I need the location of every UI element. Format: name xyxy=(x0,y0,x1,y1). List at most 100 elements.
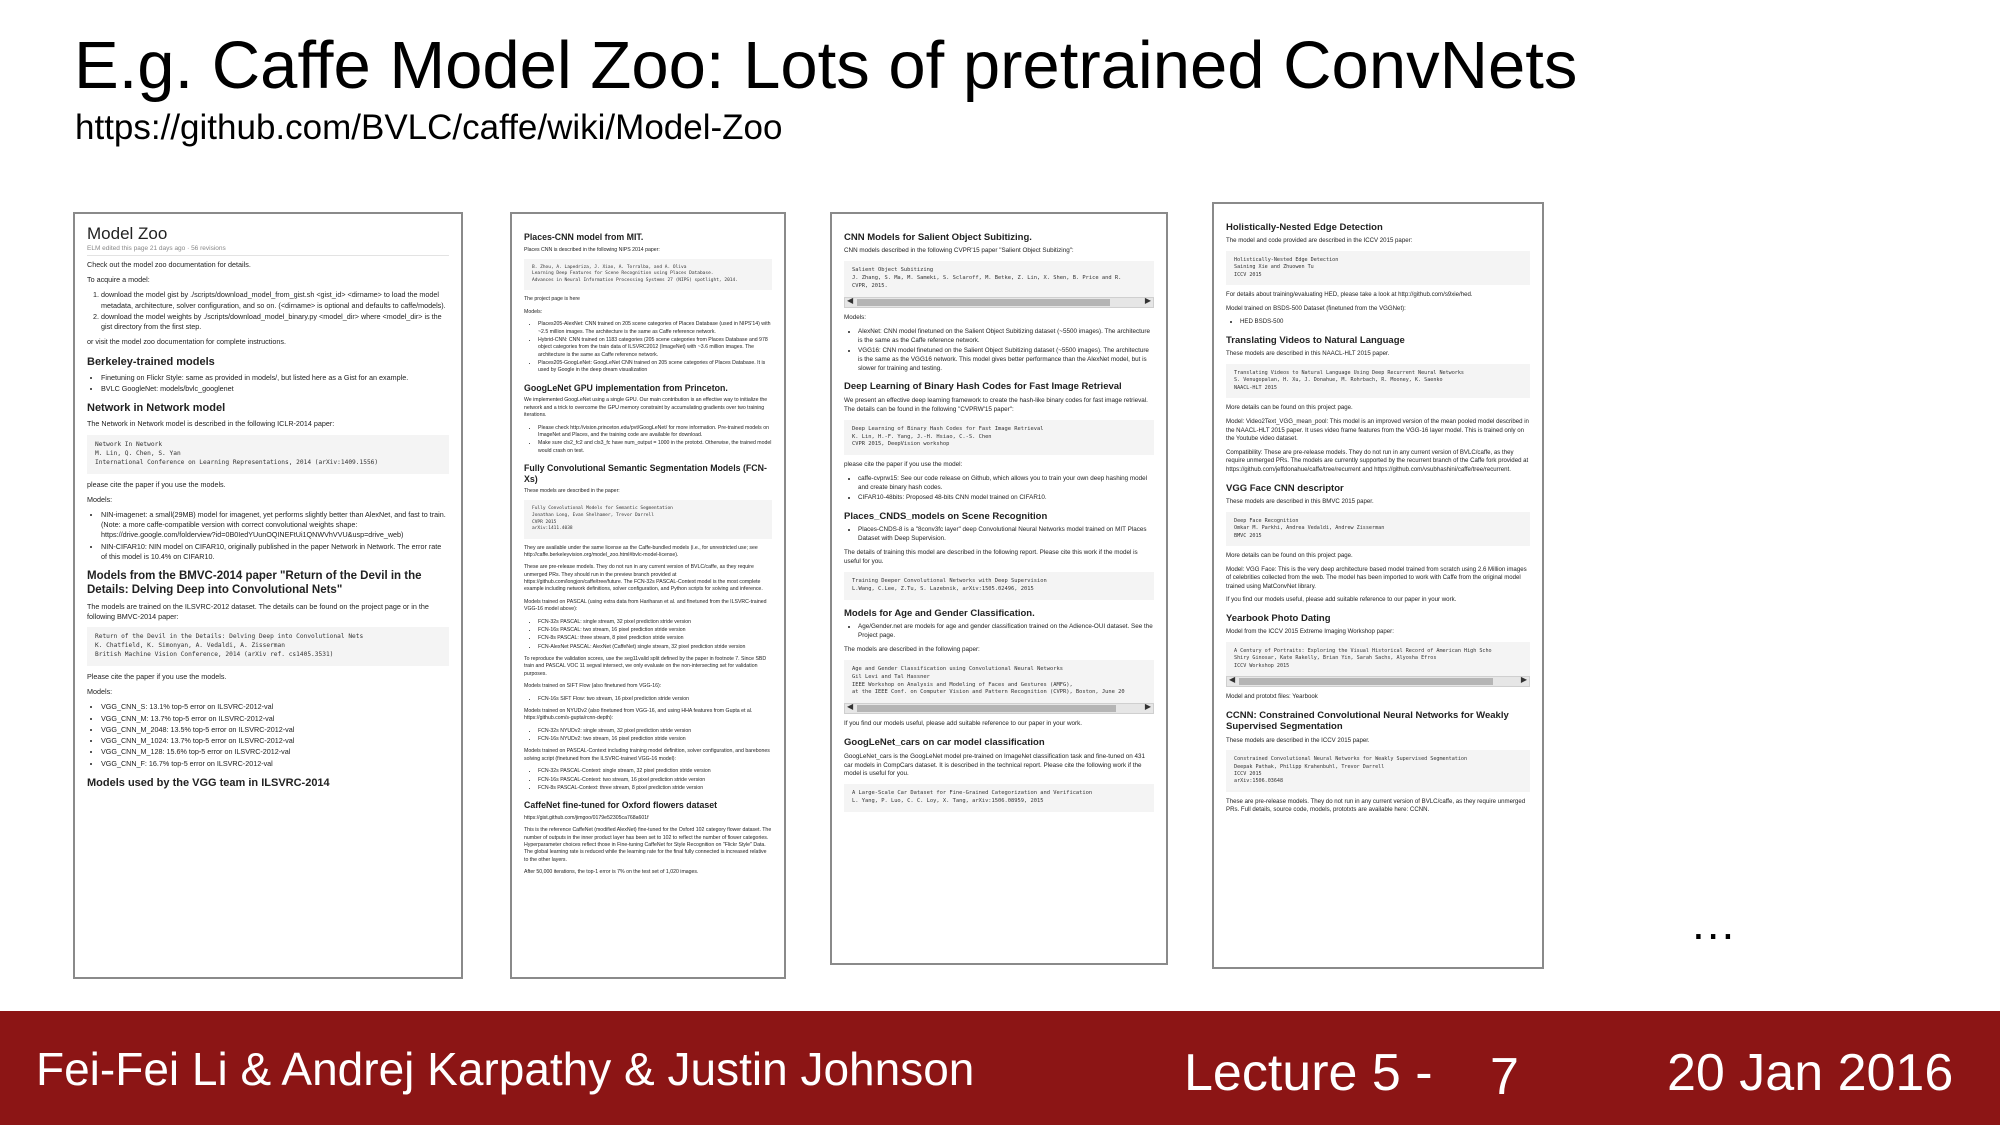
list-item: VGG16: CNN model finetuned on the Salien… xyxy=(858,347,1154,374)
paragraph: Please cite the paper if you use the mod… xyxy=(87,672,227,682)
page-content: Places-CNN model from MIT. Places CNN is … xyxy=(524,232,772,876)
bullet-list: Please check http://vision.princeton.edu… xyxy=(524,425,772,456)
paragraph: The model and code provided are describe… xyxy=(1226,237,1413,245)
paragraph: The details of training this model are d… xyxy=(844,549,1138,566)
list-item: FCN-32s PASCAL: single stream, 32 pixel … xyxy=(538,619,772,626)
section-heading: Models used by the VGG team in ILSVRC-20… xyxy=(87,776,330,789)
section-heading: CaffeNet fine-tuned for Oxford flowers d… xyxy=(524,800,718,811)
paragraph: Models trained on PASCAL (using extra da… xyxy=(524,598,767,613)
paragraph: To acquire a model: xyxy=(87,275,150,285)
scrollbar-thumb[interactable] xyxy=(857,298,1110,306)
page-content: Check out the model zoo documentation fo… xyxy=(87,260,449,790)
list-item: HED BSDS-500 xyxy=(1240,318,1530,327)
citation-code-block: A Large-Scale Car Dataset for Fine-Grain… xyxy=(844,784,1154,813)
list-item: FCN-AlexNet PASCAL: AlexNet (CaffeNet) s… xyxy=(538,644,772,651)
horizontal-scrollbar[interactable]: ◀ ▶ xyxy=(844,702,1154,715)
citation-code-block: Fully Convolutional Models for Semantic … xyxy=(524,500,772,539)
citation-code-block: Deep Learning of Binary Hash Codes for F… xyxy=(844,419,1154,456)
bullet-list: VGG_CNN_S: 13.1% top-5 error on ILSVRC-2… xyxy=(87,702,449,768)
list-item: VGG_CNN_M_1024: 13.7% top-5 error on ILS… xyxy=(101,736,449,746)
list-item: VGG_CNN_F: 16.7% top-5 error on ILSVRC-2… xyxy=(101,759,449,769)
paragraph: Places CNN is described in the following… xyxy=(524,246,660,253)
paragraph: Models: xyxy=(844,313,867,321)
paragraph: This is the reference CaffeNet (modified… xyxy=(524,827,772,863)
paragraph: Models trained on PASCAL-Context includi… xyxy=(524,748,770,762)
list-item: FCN-8s PASCAL-Context: three stream, 8 p… xyxy=(538,785,772,792)
paragraph: If you find our models useful, please ad… xyxy=(1226,596,1457,604)
section-heading: GoogLeNet_cars on car model classificati… xyxy=(844,737,1045,749)
paragraph: Models: xyxy=(524,308,543,315)
slide-url[interactable]: https://github.com/BVLC/caffe/wiki/Model… xyxy=(75,106,782,150)
section-heading: Berkeley-trained models xyxy=(87,355,215,368)
paragraph: Model: VGG Face: This is the very deep a… xyxy=(1226,565,1527,590)
paragraph: please cite the paper if you use the mod… xyxy=(844,461,963,469)
footer-bar: Fei-Fei Li & Andrej Karpathy & Justin Jo… xyxy=(0,1011,2000,1125)
bullet-list: caffe-cvprw15: See our code release on G… xyxy=(844,475,1154,503)
scroll-right-icon[interactable]: ▶ xyxy=(1145,702,1151,711)
section-heading: VGG Face CNN descriptor xyxy=(1226,482,1344,494)
list-item: FCN-16s PASCAL: two stream, 16 pixel pre… xyxy=(538,627,772,634)
list-item: Finetuning on Flickr Style: same as prov… xyxy=(101,373,449,383)
list-item: AlexNet: CNN model finetuned on the Sali… xyxy=(858,328,1154,346)
citation-code-block: Return of the Devil in the Details: Delv… xyxy=(87,627,449,667)
salient-object-screenshot: CNN Models for Salient Object Subitizing… xyxy=(830,212,1168,965)
scrollbar-thumb[interactable] xyxy=(857,705,1116,713)
paragraph: The project page is here xyxy=(524,296,580,303)
list-item: Hybrid-CNN: CNN trained on 1183 categori… xyxy=(538,337,772,359)
paragraph: Models: xyxy=(87,687,113,697)
slide-title: E.g. Caffe Model Zoo: Lots of pretrained… xyxy=(74,28,1578,103)
scroll-right-icon[interactable]: ▶ xyxy=(1145,296,1151,305)
paragraph: More details can be found on this projec… xyxy=(1226,551,1353,559)
bullet-list: NIN-imagenet: a small(29MB) model for im… xyxy=(87,510,449,562)
numbered-list: download the model gist by ./scripts/dow… xyxy=(87,290,449,332)
section-heading: Translating Videos to Natural Language xyxy=(1226,335,1405,347)
paragraph: Model from the ICCV 2015 Extreme Imaging… xyxy=(1226,628,1394,636)
list-item: VGG_CNN_M_2048: 13.5% top-5 error on ILS… xyxy=(101,725,449,735)
citation-code-block: Constrained Convolutional Neural Network… xyxy=(1226,750,1530,792)
horizontal-scrollbar[interactable]: ◀ ▶ xyxy=(1226,675,1530,688)
citation-code-block: Deep Face Recognition Omkar M. Parkhi, A… xyxy=(1226,511,1530,546)
section-heading: Models from the BMVC-2014 paper "Return … xyxy=(87,570,422,596)
paragraph: Models trained on NYUDv2 (also finetuned… xyxy=(524,707,753,722)
section-heading: GoogLeNet GPU implementation from Prince… xyxy=(524,382,728,393)
bullet-list: HED BSDS-500 xyxy=(1226,318,1530,327)
citation-code-block: B. Zhou, A. Lapedriza, J. Xiao, A. Torra… xyxy=(524,258,772,291)
list-item: download the model weights by ./scripts/… xyxy=(101,312,449,332)
paragraph: These are pre-release models. They do no… xyxy=(524,564,763,593)
list-item: Please check http://vision.princeton.edu… xyxy=(538,425,772,440)
scroll-left-icon[interactable]: ◀ xyxy=(847,702,853,711)
paragraph: These models are described in the paper: xyxy=(524,488,620,495)
bullet-list: FCN-32s PASCAL: single stream, 32 pixel … xyxy=(524,619,772,652)
scroll-right-icon[interactable]: ▶ xyxy=(1521,675,1527,684)
paragraph: The Network in Network model is describe… xyxy=(87,419,335,429)
citation-code-block: Holistically-Nested Edge Detection Saini… xyxy=(1226,251,1530,286)
paragraph: please cite the paper if you use the mod… xyxy=(87,479,226,489)
list-item: NIN-imagenet: a small(29MB) model for im… xyxy=(101,510,449,541)
paragraph: The models are trained on the ILSVRC-201… xyxy=(87,601,429,621)
citation-code-block: Network In Network M. Lin, Q. Chen, S. Y… xyxy=(87,434,449,474)
list-item: NIN-CIFAR10: NIN model on CIFAR10, origi… xyxy=(101,542,449,562)
footer-lecture: Lecture 5 - xyxy=(1184,1044,1433,1102)
paragraph: CNN models described in the following CV… xyxy=(844,247,1074,255)
scrollbar-thumb[interactable] xyxy=(1239,678,1493,686)
citation-code-block: Translating Videos to Natural Language U… xyxy=(1226,364,1530,399)
bullet-list: FCN-32s NYUDv2: single stream, 32 pixel … xyxy=(524,728,772,744)
paragraph: https://gist.github.com/jimgoo/0179e5230… xyxy=(524,814,649,821)
list-item: FCN-8s PASCAL: three stream, 8 pixel pre… xyxy=(538,635,772,642)
bullet-list: Finetuning on Flickr Style: same as prov… xyxy=(87,373,449,394)
scroll-left-icon[interactable]: ◀ xyxy=(1229,675,1235,684)
citation-code-block: A Century of Portraits: Exploring the Vi… xyxy=(1226,642,1530,677)
page-content: Holistically-Nested Edge Detection The mo… xyxy=(1226,222,1530,815)
horizontal-scrollbar[interactable]: ◀ ▶ xyxy=(844,296,1154,308)
paragraph: Model: Video2Text_VGG_mean_pool: This mo… xyxy=(1226,417,1529,443)
list-item: BVLC GoogleNet: models/bvlc_googlenet xyxy=(101,384,449,394)
bullet-list: Age/Gender.net are models for age and ge… xyxy=(844,623,1154,641)
list-item: FCN-16s SIFT Flow: two stream, 16 pixel … xyxy=(538,696,772,703)
section-heading: CNN Models for Salient Object Subitizing… xyxy=(844,232,1032,243)
bullet-list: FCN-16s SIFT Flow: two stream, 16 pixel … xyxy=(524,696,772,703)
paragraph: They are available under the same licens… xyxy=(524,544,758,558)
bullet-list: Places205-AlexNet: CNN trained on 205 sc… xyxy=(524,321,772,375)
list-item: Age/Gender.net are models for age and ge… xyxy=(858,623,1154,641)
scroll-left-icon[interactable]: ◀ xyxy=(847,296,853,305)
paragraph: More details can be found on this projec… xyxy=(1226,404,1353,412)
